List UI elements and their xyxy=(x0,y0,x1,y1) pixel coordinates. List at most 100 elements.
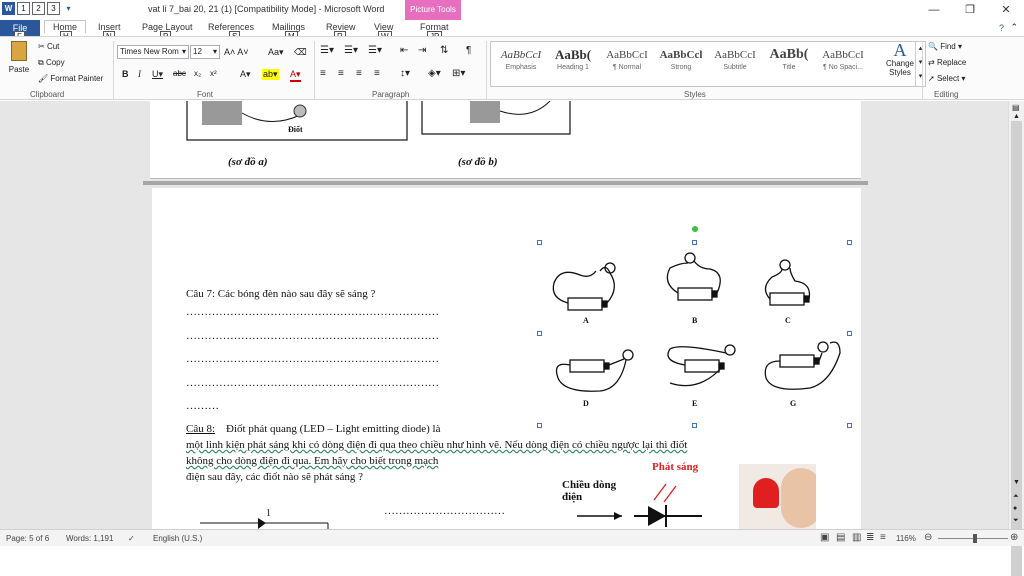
multilevel-list-icon[interactable]: ☰▾ xyxy=(368,45,382,56)
led-symbol-diagram xyxy=(577,483,702,527)
ruler-toggle-icon[interactable]: ▤ xyxy=(1012,103,1020,112)
ribbon-tabs: File Home Insert Page Layout References … xyxy=(0,20,1024,36)
style-emphasis[interactable]: AaBbCcI Emphasis xyxy=(491,46,551,71)
outline-icon[interactable]: ≣ xyxy=(866,532,874,543)
scroll-down-icon[interactable]: ▼ xyxy=(1013,479,1020,486)
line-spacing-icon[interactable]: ↕▾ xyxy=(400,68,410,79)
superscript-icon[interactable]: x² xyxy=(210,69,217,78)
minimize-icon[interactable]: — xyxy=(916,0,952,20)
style-title[interactable]: AaBb(Title xyxy=(759,46,819,71)
resize-handle-tr[interactable] xyxy=(847,240,852,245)
vertical-scrollbar[interactable]: ▤ ▲ ▼ ⏶ ● ⏷ xyxy=(1008,101,1024,576)
clear-format-icon[interactable]: ⌫ xyxy=(294,47,307,58)
underline-icon[interactable]: U▾ xyxy=(152,69,163,80)
align-right-icon[interactable]: ≡ xyxy=(356,68,362,79)
qat-undo-keytip[interactable]: 2 xyxy=(32,2,45,15)
styles-gallery: AaBbCcI Emphasis AaBb(Heading 1 AaBbCcI ¶ … xyxy=(490,41,926,87)
language-indicator[interactable]: English (U.S.) xyxy=(153,534,202,543)
paste-button[interactable]: Paste xyxy=(6,41,32,74)
qat-save-keytip[interactable]: 1 xyxy=(17,2,30,15)
highlight-icon[interactable]: ab▾ xyxy=(262,69,279,80)
resize-handle-tl[interactable] xyxy=(537,240,542,245)
browse-object-icon[interactable]: ● xyxy=(1013,505,1017,512)
circuit-label-b: B xyxy=(692,316,698,325)
subscript-icon[interactable]: x₂ xyxy=(194,69,201,78)
decrease-indent-icon[interactable]: ⇤ xyxy=(400,45,408,56)
quick-access-toolbar: W 1 2 3 ▾ xyxy=(2,2,75,15)
font-name-select[interactable]: Times New Rom ▾ xyxy=(117,45,189,59)
bottom-circuit xyxy=(200,518,329,529)
increase-indent-icon[interactable]: ⇥ xyxy=(418,45,426,56)
style-strong[interactable]: AaBbCcl Strong xyxy=(651,46,711,71)
rotate-handle[interactable] xyxy=(692,226,698,232)
zoom-slider[interactable] xyxy=(938,534,1008,543)
resize-handle-b[interactable] xyxy=(692,423,697,428)
circuit-picture-selected[interactable]: A B C D E G xyxy=(540,231,850,426)
word-logo-icon[interactable]: W xyxy=(2,2,15,15)
help-icon[interactable]: ? xyxy=(999,23,1004,33)
led-photo xyxy=(739,464,816,529)
question-7: Câu 7: Các bóng đèn nào sau đây sẽ sáng … xyxy=(186,288,376,300)
chevron-down-icon: ▾ xyxy=(212,47,217,56)
justify-icon[interactable]: ≡ xyxy=(374,68,380,79)
replace-icon: ⇄ xyxy=(928,58,937,67)
font-size-select[interactable]: 12 ▾ xyxy=(190,45,220,59)
zoom-slider-thumb[interactable] xyxy=(973,534,977,543)
align-center-icon[interactable]: ≡ xyxy=(338,68,344,79)
restore-icon[interactable]: ❐ xyxy=(952,0,988,20)
style-heading-1[interactable]: AaBb(Heading 1 xyxy=(543,46,603,71)
zoom-level[interactable]: 116% xyxy=(896,534,916,543)
page-gap xyxy=(143,181,868,185)
scroll-up-icon[interactable]: ▲ xyxy=(1013,113,1020,120)
zoom-in-icon[interactable]: ⊕ xyxy=(1010,532,1018,543)
bold-icon[interactable]: B xyxy=(122,69,129,79)
resize-handle-l[interactable] xyxy=(537,331,542,336)
format-painter-button[interactable]: 🖌 Format Painter xyxy=(38,74,103,83)
style-no-spacing[interactable]: AaBbCcI ¶ No Spaci... xyxy=(813,46,873,71)
full-screen-icon[interactable]: ▤ xyxy=(836,532,845,543)
italic-icon[interactable]: I xyxy=(138,69,141,79)
text-effects-icon[interactable]: A▾ xyxy=(240,69,251,80)
qat-customize-icon[interactable]: ▾ xyxy=(62,2,75,15)
resize-handle-t[interactable] xyxy=(692,240,697,245)
question-8-line-4: điện sau đây, các điốt nào sẽ phát sáng … xyxy=(186,471,364,483)
draft-icon[interactable]: ≡ xyxy=(880,532,886,543)
circuit-label-g: G xyxy=(790,399,796,408)
scissors-icon: ✂ xyxy=(38,42,47,51)
title-bar: W 1 2 3 ▾ vat li 7_bai 20, 21 (1) [Compa… xyxy=(0,0,1024,20)
resize-handle-r[interactable] xyxy=(847,331,852,336)
next-page-icon[interactable]: ⏷ xyxy=(1013,517,1019,525)
style-normal[interactable]: AaBbCcI ¶ Normal xyxy=(597,46,657,71)
align-left-icon[interactable]: ≡ xyxy=(320,68,326,79)
resize-handle-br[interactable] xyxy=(847,423,852,428)
page-indicator[interactable]: Page: 5 of 6 xyxy=(6,534,49,543)
copy-button[interactable]: ⧉ Copy xyxy=(38,58,65,68)
style-subtitle[interactable]: AaBbCcI Subtitle xyxy=(705,46,765,71)
font-color-icon[interactable]: A▾ xyxy=(290,69,301,82)
select-button[interactable]: ➚ Select ▾ xyxy=(928,74,965,83)
pilcrow-icon[interactable]: ¶ xyxy=(466,45,471,56)
print-layout-icon[interactable]: ▣ xyxy=(820,532,829,543)
ribbon-home: Paste ✂ Cut ⧉ Copy 🖌 Format Painter Clip… xyxy=(0,36,1024,100)
zoom-out-icon[interactable]: ⊖ xyxy=(924,532,932,543)
prev-page-icon[interactable]: ⏶ xyxy=(1013,493,1019,501)
change-styles-button[interactable]: A Change Styles xyxy=(882,41,918,77)
proofing-icon[interactable]: ✓ xyxy=(128,534,135,543)
shading-icon[interactable]: ◈▾ xyxy=(428,68,441,79)
word-count[interactable]: Words: 1,191 xyxy=(66,534,113,543)
numbering-icon[interactable]: ☰▾ xyxy=(344,45,358,56)
replace-button[interactable]: ⇄ Replace xyxy=(928,58,966,67)
close-icon[interactable]: ✕ xyxy=(988,0,1024,20)
find-button[interactable]: 🔍 Find ▾ xyxy=(928,42,962,51)
cut-button[interactable]: ✂ Cut xyxy=(38,42,59,51)
resize-handle-bl[interactable] xyxy=(537,423,542,428)
strikethrough-icon[interactable]: abc xyxy=(173,69,186,78)
sort-icon[interactable]: ⇅ xyxy=(440,45,448,56)
web-layout-icon[interactable]: ▥ xyxy=(852,532,861,543)
font-grow-icon[interactable]: A˄ A˅ xyxy=(224,47,249,57)
borders-icon[interactable]: ⊞▾ xyxy=(452,68,465,79)
qat-redo-keytip[interactable]: 3 xyxy=(47,2,60,15)
bullets-icon[interactable]: ☰▾ xyxy=(320,45,334,56)
change-case-icon[interactable]: Aa▾ xyxy=(268,47,284,58)
ribbon-collapse-icon[interactable]: ⌃ xyxy=(1010,22,1018,33)
